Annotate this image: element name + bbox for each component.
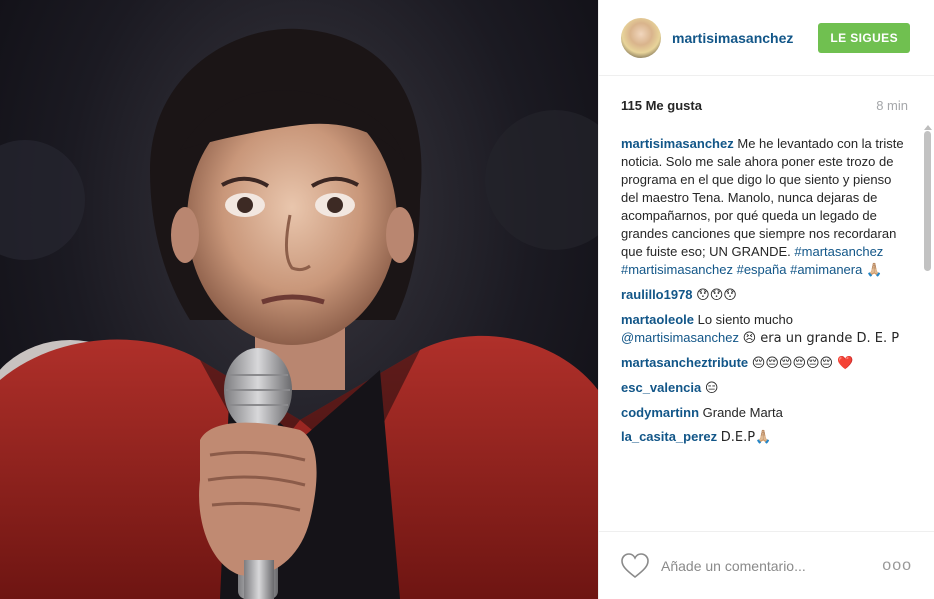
- caption-text: Me he levantado con la triste noticia. S…: [621, 136, 904, 259]
- comments-list[interactable]: martisimasanchez Me he levantado con la …: [621, 135, 911, 530]
- scrollbar-thumb[interactable]: [924, 131, 931, 271]
- likes-count[interactable]: 115 Me gusta: [621, 98, 702, 113]
- comment-item: martasancheztribute 😔😔😔😔😔😔 ❤️: [621, 354, 911, 373]
- heart-icon[interactable]: [621, 552, 649, 579]
- post-header: martisimasanchez LE SIGUES: [599, 0, 934, 76]
- comment-text: Grande Marta: [702, 405, 783, 420]
- comment-footer: Añade un comentario... ooo: [599, 531, 934, 599]
- comments-scrollbar[interactable]: [923, 125, 932, 530]
- comment-username[interactable]: la_casita_perez: [621, 429, 717, 444]
- comment-text-continued: 😣 era un grande D. E. P: [742, 331, 900, 346]
- instagram-post-modal: martisimasanchez LE SIGUES 115 Me gusta …: [0, 0, 934, 599]
- comment-username[interactable]: martasancheztribute: [621, 355, 748, 370]
- caption-emoji: 🙏🏼: [865, 263, 883, 278]
- post-meta: 115 Me gusta 8 min: [599, 76, 934, 113]
- comment-username[interactable]: codymartinn: [621, 405, 699, 420]
- comment-username[interactable]: martaoleole: [621, 312, 694, 327]
- comment-text: 😑: [704, 381, 719, 396]
- comment-input[interactable]: Añade un comentario...: [661, 558, 882, 574]
- caption-username[interactable]: martisimasanchez: [621, 136, 734, 151]
- post-time[interactable]: 8 min: [876, 98, 908, 113]
- comment-item: la_casita_perez D.E.P🙏🏼: [621, 428, 911, 447]
- follow-button[interactable]: LE SIGUES: [818, 22, 910, 53]
- comment-item: raulillo1978 😯😯😯: [621, 286, 911, 305]
- post-username[interactable]: martisimasanchez: [672, 30, 818, 46]
- scroll-up-icon[interactable]: [924, 125, 932, 130]
- comment-text: Lo siento mucho: [697, 312, 794, 327]
- comment-username[interactable]: raulillo1978: [621, 287, 693, 302]
- comment-item: martaoleole Lo siento mucho @martisimasa…: [621, 311, 911, 348]
- comment-text: 😔😔😔😔😔😔 ❤️: [751, 356, 854, 371]
- post-sidebar: martisimasanchez LE SIGUES 115 Me gusta …: [598, 0, 934, 599]
- avatar[interactable]: [621, 17, 661, 58]
- post-image: [0, 28, 598, 599]
- caption: martisimasanchez Me he levantado con la …: [621, 135, 911, 280]
- post-photo[interactable]: [0, 0, 598, 599]
- comment-username[interactable]: esc_valencia: [621, 380, 701, 395]
- comment-mention[interactable]: @martisimasanchez: [621, 330, 739, 345]
- comment-item: codymartinn Grande Marta: [621, 404, 911, 422]
- more-options-icon[interactable]: ooo: [882, 557, 912, 575]
- comment-item: esc_valencia 😑: [621, 379, 911, 398]
- comment-text: D.E.P🙏🏼: [720, 430, 772, 445]
- comment-text: 😯😯😯: [696, 288, 737, 303]
